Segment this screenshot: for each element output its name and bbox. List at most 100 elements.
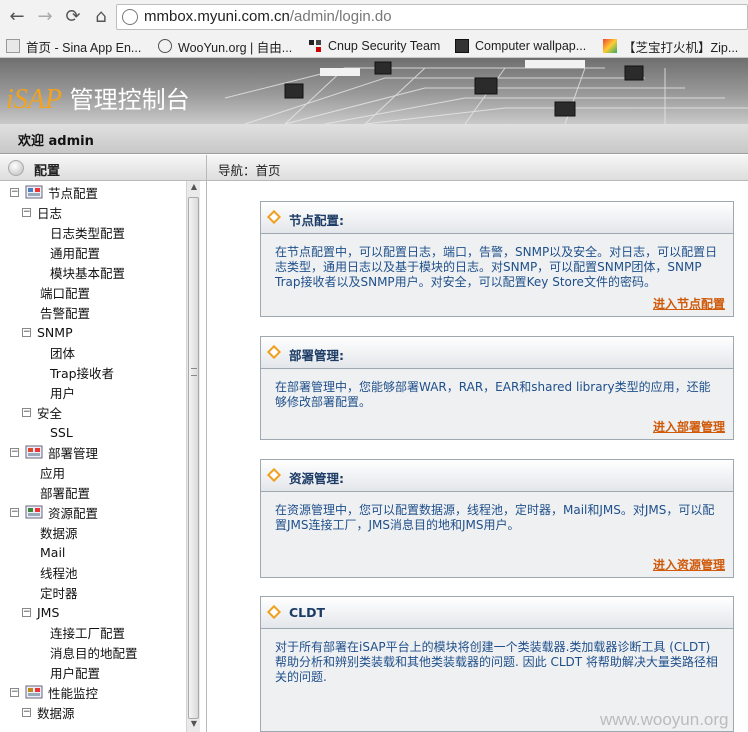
node-config-icon [25, 184, 43, 200]
tree-item[interactable]: Mail [40, 542, 65, 562]
bookmark-item[interactable]: WooYun.org | 自由... [158, 37, 292, 55]
card-body: 在节点配置中，可以配置日志，端口，告警，SNMP以及安全。对日志，可以配置日志类… [275, 245, 718, 289]
tree-item[interactable]: − 资源配置 [10, 502, 98, 522]
forward-arrow-icon[interactable]: → [34, 6, 56, 28]
diamond-icon [266, 344, 282, 360]
tree-item[interactable]: 消息目的地配置 [50, 642, 138, 662]
enter-node-config-link[interactable]: 进入节点配置 [653, 295, 725, 312]
tree-item[interactable]: − JMS [22, 602, 59, 622]
tree-item-label: 节点配置 [48, 185, 99, 201]
card-body: 在部署管理中，您能够部署WAR，RAR，EAR和shared library类型… [275, 380, 711, 409]
tree-item[interactable]: 用户 [50, 382, 75, 402]
collapse-toggle-icon[interactable]: − [22, 407, 31, 417]
tree-item-label: 告警配置 [40, 305, 91, 321]
browser-toolbar: ← → ⟳ ⌂ mmbox.myuni.com.cn/admin/login.d… [0, 0, 748, 34]
collapse-toggle-icon[interactable]: − [10, 687, 19, 697]
diamond-icon [266, 209, 282, 225]
home-icon[interactable]: ⌂ [90, 6, 112, 28]
welcome-text: 欢迎 admin [18, 134, 94, 149]
tree-item-label: 端口配置 [40, 285, 91, 301]
bookmark-item[interactable]: 【芝宝打火机】Zip... [603, 37, 738, 55]
tree-item-label: 数据源 [40, 525, 78, 541]
config-panel-title: 配置 [34, 164, 61, 179]
diamond-icon [266, 467, 282, 483]
tree-item-label: Trap接收者 [50, 365, 115, 381]
cnup-icon [308, 39, 322, 53]
card-header: 资源管理: [261, 460, 733, 492]
tree-item[interactable]: 连接工厂配置 [50, 622, 125, 642]
tree-item-label: SSL [50, 424, 73, 440]
tree-item[interactable]: 通用配置 [50, 242, 100, 262]
tree-item-label: 应用 [40, 465, 66, 481]
reload-icon[interactable]: ⟳ [62, 6, 84, 28]
tree-item-label: 部署配置 [40, 485, 91, 501]
tree-item[interactable]: 告警配置 [40, 302, 90, 322]
card-node-config: 节点配置: 在节点配置中，可以配置日志，端口，告警，SNMP以及安全。对日志，可… [260, 201, 734, 317]
address-bar[interactable]: mmbox.myuni.com.cn/admin/login.do [116, 4, 748, 30]
tree-item[interactable]: − 安全 [22, 402, 62, 422]
tree-item-label: 日志类型配置 [50, 225, 126, 241]
tree-item[interactable]: 团体 [50, 342, 75, 362]
collapse-toggle-icon[interactable]: − [22, 707, 31, 717]
tree-item-label: 性能监控 [48, 685, 99, 701]
scroll-down-icon[interactable]: ▼ [189, 719, 199, 731]
url-text[interactable]: mmbox.myuni.com.cn/admin/login.do [144, 8, 392, 25]
tree-item[interactable]: − 部署管理 [10, 442, 98, 462]
tree-item[interactable]: 数据源 [40, 522, 78, 542]
welcome-bar: 欢迎 admin [0, 124, 748, 154]
diamond-icon [266, 604, 282, 620]
tree-item-label: 线程池 [40, 565, 78, 581]
tree-item-label: JMS [37, 604, 60, 620]
tree-item[interactable]: 日志类型配置 [50, 222, 125, 242]
enter-resource-link[interactable]: 进入资源管理 [653, 556, 725, 573]
tree-item-label: 日志 [37, 205, 63, 221]
tree-item-label: 用户配置 [50, 665, 101, 681]
card-header: 节点配置: [261, 202, 733, 234]
tree-item[interactable]: 用户配置 [50, 662, 100, 682]
config-ball-icon [8, 160, 24, 176]
zippo-icon [603, 39, 617, 53]
sidebar-tree: − 节点配置 − 日志 日志类型配置 通用配置 模块基本配置 端口配置 告警配置 − SNMP 团体 T… [0, 181, 186, 732]
tree-item[interactable]: − 性能监控 [10, 682, 98, 702]
tree-item[interactable]: 端口配置 [40, 282, 90, 302]
tree-item-label: 用户 [50, 385, 76, 401]
deploy-icon [25, 444, 43, 460]
monitor-icon [25, 684, 43, 700]
tree-item[interactable]: − 数据源 [22, 702, 75, 722]
bookmark-item[interactable]: Cnup Security Team [308, 37, 440, 55]
card-deploy: 部署管理: 在部署管理中，您能够部署WAR，RAR，EAR和shared lib… [260, 336, 734, 440]
page-info-icon[interactable] [122, 9, 138, 25]
tree-item[interactable]: 线程池 [40, 562, 78, 582]
tree-item[interactable]: − 日志 [22, 202, 62, 222]
tree-item[interactable]: 应用 [40, 462, 65, 482]
card-header: CLDT [261, 597, 733, 629]
card-resource: 资源管理: 在资源管理中，您可以配置数据源，线程池，定时器，Mail和JMS。对… [260, 459, 734, 578]
scroll-up-icon[interactable]: ▲ [189, 182, 199, 194]
breadcrumb: 导航：首页 [218, 163, 281, 178]
enter-deploy-link[interactable]: 进入部署管理 [653, 418, 725, 435]
collapse-toggle-icon[interactable]: − [22, 607, 31, 617]
card-title: 节点配置: [289, 213, 344, 228]
tree-item[interactable]: 模块基本配置 [50, 262, 125, 282]
collapse-toggle-icon[interactable]: − [22, 207, 31, 217]
card-title: CLDT [289, 605, 326, 620]
scrollbar-thumb[interactable] [188, 197, 199, 719]
tree-item[interactable]: 定时器 [40, 582, 78, 602]
sidebar-scrollbar[interactable]: ▲ ▼ [186, 181, 200, 732]
main-content: 节点配置: 在节点配置中，可以配置日志，端口，告警，SNMP以及安全。对日志，可… [207, 181, 748, 732]
tree-item[interactable]: 部署配置 [40, 482, 90, 502]
back-arrow-icon[interactable]: ← [6, 6, 28, 28]
app-brand: iSAP 管理控制台 [6, 84, 190, 115]
tree-item[interactable]: − SNMP [22, 322, 73, 342]
bookmark-item[interactable]: Computer wallpap... [455, 37, 586, 55]
collapse-toggle-icon[interactable]: − [10, 447, 19, 457]
card-body: 在资源管理中，您可以配置数据源，线程池，定时器，Mail和JMS。对JMS，可以… [275, 503, 715, 532]
tree-item[interactable]: − 节点配置 [10, 182, 98, 202]
bookmark-item[interactable]: 首页 - Sina App En... [6, 37, 141, 55]
collapse-toggle-icon[interactable]: − [10, 507, 19, 517]
collapse-toggle-icon[interactable]: − [10, 187, 19, 197]
sina-icon [6, 39, 20, 53]
tree-item[interactable]: Trap接收者 [50, 362, 114, 382]
collapse-toggle-icon[interactable]: − [22, 327, 31, 337]
tree-item[interactable]: SSL [50, 422, 73, 442]
